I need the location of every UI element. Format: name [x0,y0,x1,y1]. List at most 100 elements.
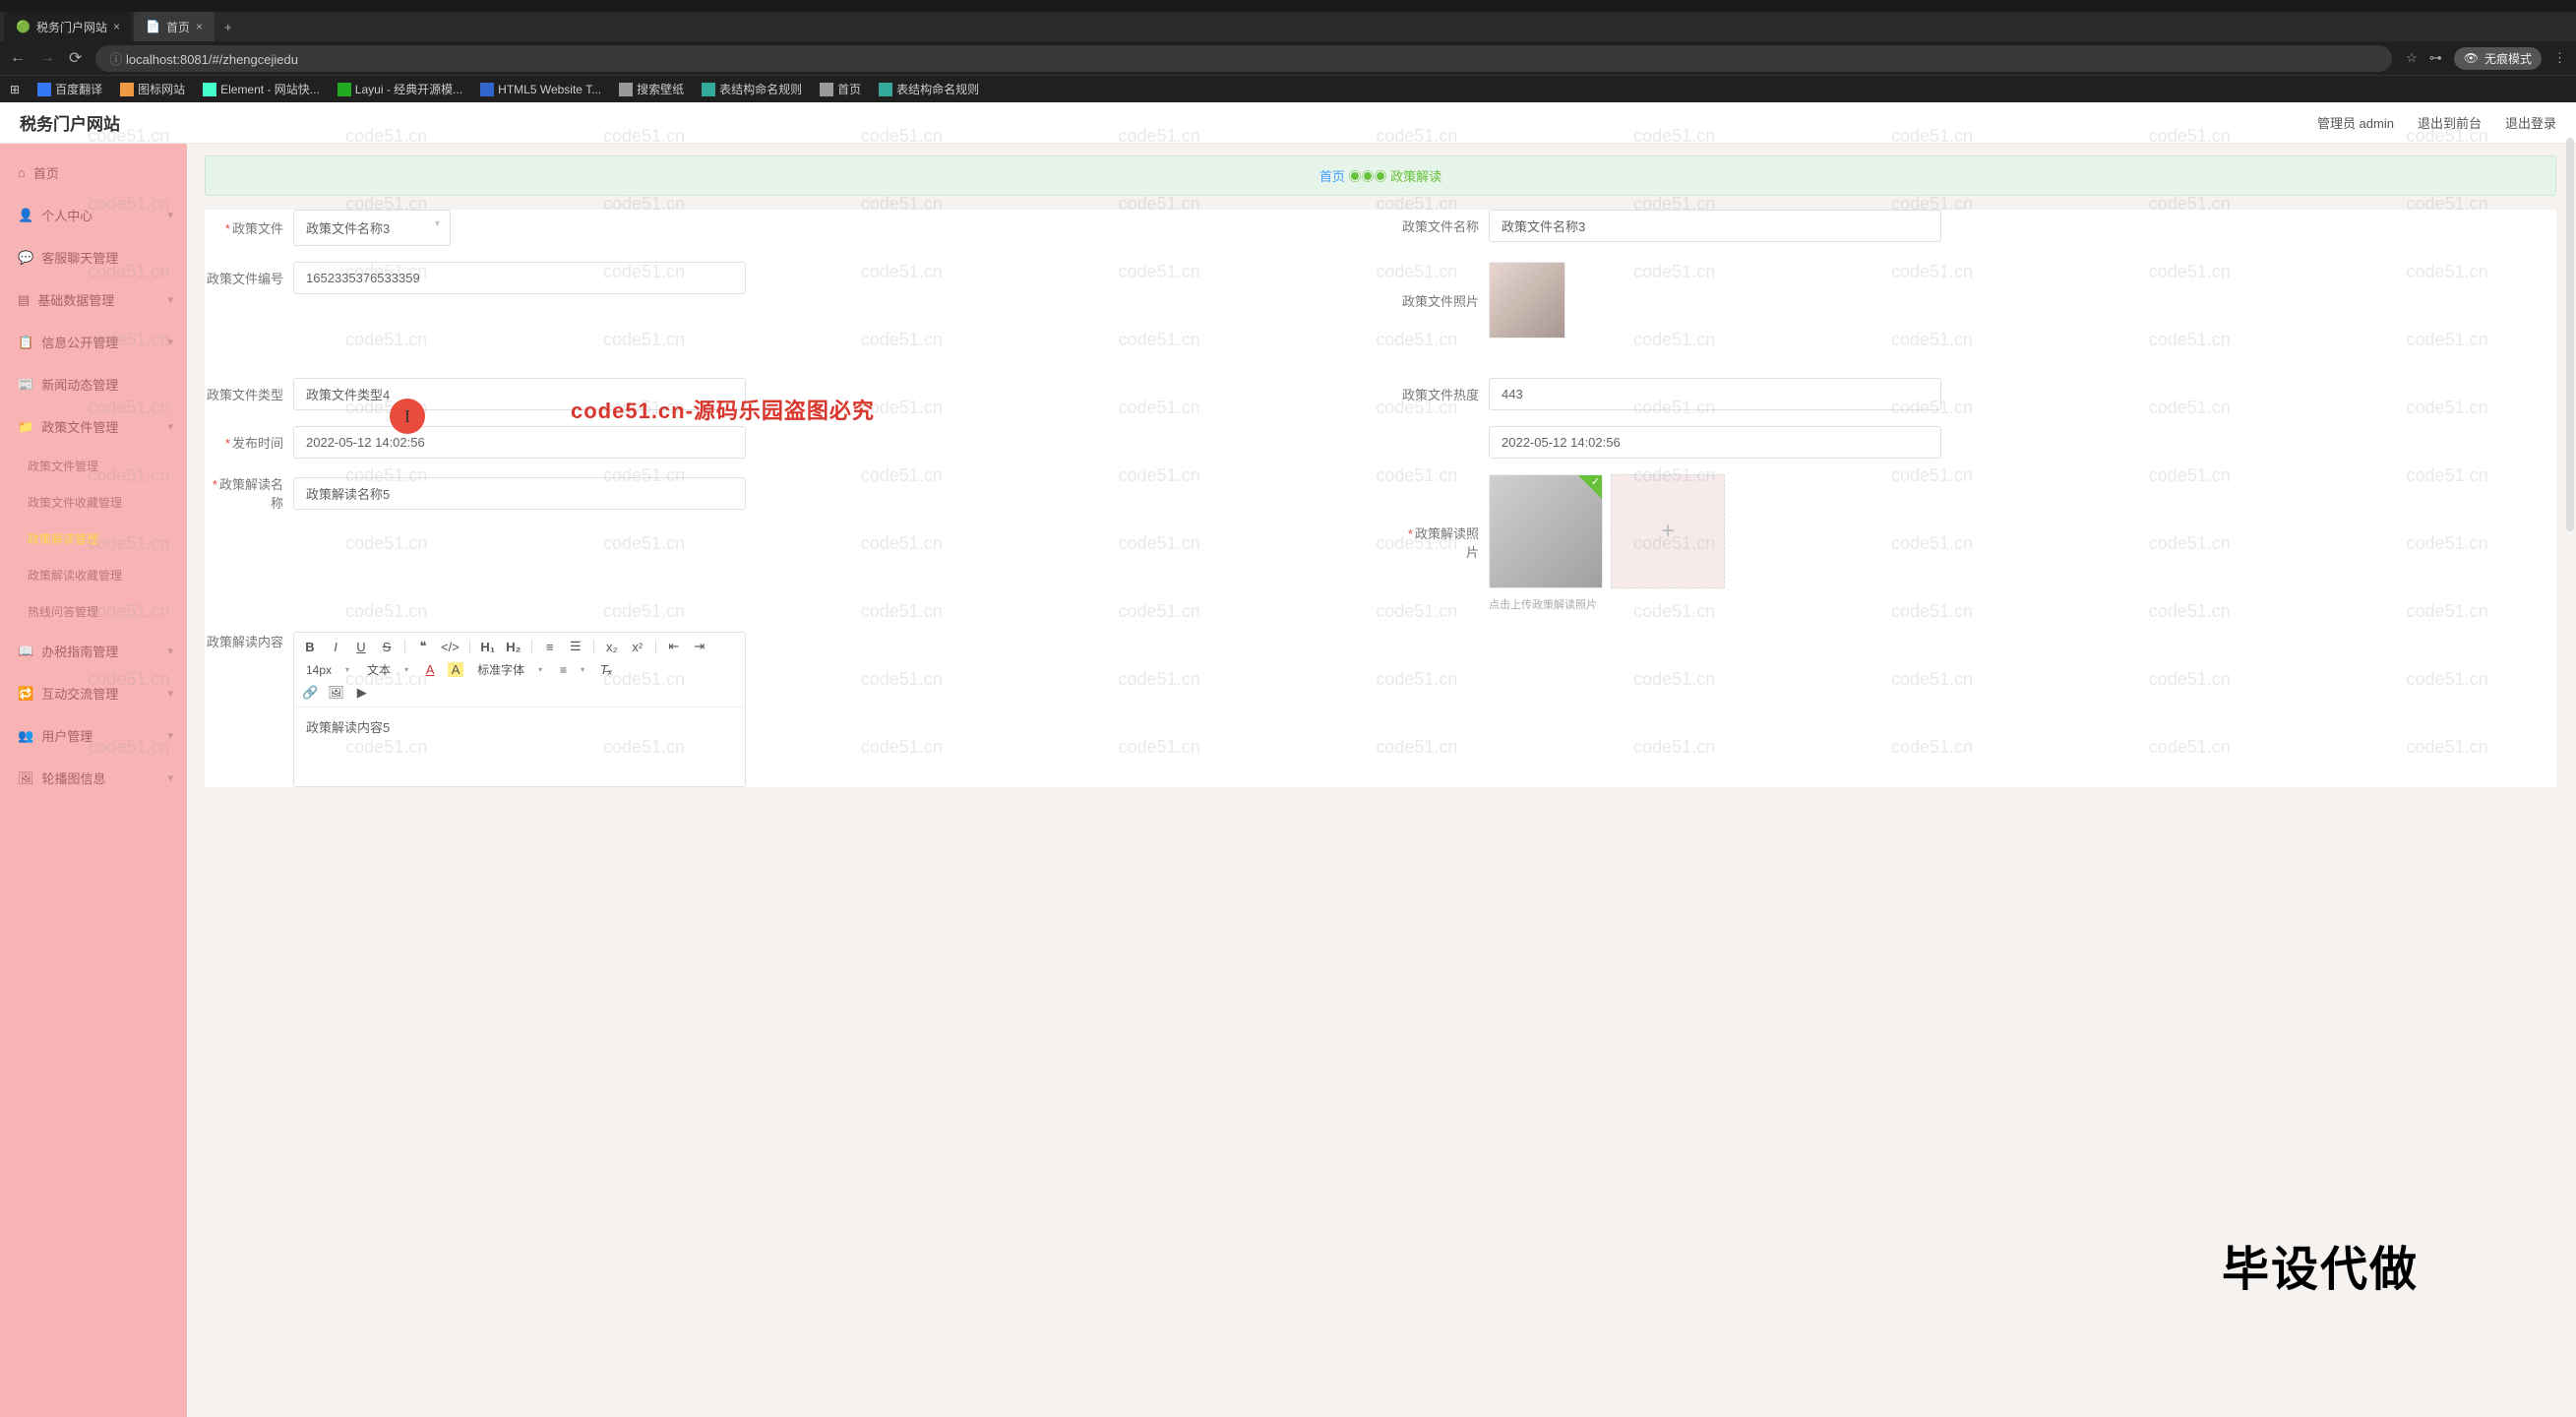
url-text: localhost:8081/#/zhengcejiedu [126,52,298,67]
separator [404,640,405,653]
h2-button[interactable]: H₂ [506,640,521,654]
forward-icon[interactable]: → [39,49,55,67]
ol-button[interactable]: ≡ [542,640,558,654]
outdent-button[interactable]: ⇥ [692,639,707,654]
bookmark-item[interactable]: 表结构命名规则 [702,81,802,97]
bookmark-item[interactable]: 表结构命名规则 [879,81,979,97]
logout-front-link[interactable]: 退出到前台 [2418,113,2482,132]
sub-button[interactable]: x₂ [604,640,620,654]
sidebar-sub-policyfav[interactable]: 政策文件收藏管理 [0,484,187,521]
apps-button[interactable]: ⊞ [10,83,20,96]
interact-icon: 🔁 [18,686,33,702]
policy-file-heat-label: 政策文件热度 [1400,385,1489,403]
quote-button[interactable]: ❝ [415,639,431,654]
align-select[interactable]: ≡ [556,662,588,678]
browser-tab-1[interactable]: 🟢 税务门户网站 × [4,12,132,41]
policy-file-photo[interactable] [1489,262,1565,339]
policy-file-heat-input[interactable] [1489,378,1941,410]
texttype-select[interactable]: 文本 [363,660,412,679]
form: *政策文件 政策文件名称3 政策文件名称 政策文件编号 政策文件照片 [205,210,2556,787]
sidebar-item-guide[interactable]: 📖办税指南管理 [0,630,187,672]
video-button[interactable]: ▶ [354,685,370,701]
bookmark-item[interactable]: 首页 [820,81,861,97]
close-icon[interactable]: × [113,20,120,33]
chat-icon: 💬 [18,250,33,266]
check-icon [1578,475,1602,499]
data-icon: ▤ [18,292,30,308]
h1-button[interactable]: H₁ [480,640,496,654]
sidebar-item-news[interactable]: 📰新闻动态管理 [0,363,187,405]
browser-tab-2[interactable]: 📄 首页 × [134,12,215,41]
sidebar-item-disclosure[interactable]: 📋信息公开管理 [0,321,187,363]
policy-file-select[interactable]: 政策文件名称3 [293,210,451,246]
fontsize-select[interactable]: 14px [302,662,353,678]
indent-button[interactable]: ⇤ [666,639,682,654]
sidebar-item-chat[interactable]: 💬客服聊天管理 [0,236,187,278]
underline-button[interactable]: U [353,640,369,654]
sidebar-sub-interpret[interactable]: 政策解读管理 [0,521,187,557]
publish-time-input[interactable] [293,426,746,459]
clear-button[interactable]: T̶ₓ [598,662,614,677]
separator [531,640,532,653]
star-icon[interactable]: ☆ [2406,50,2418,66]
address-bar: ← → ⟳ ⓘ localhost:8081/#/zhengcejiedu ☆ … [0,41,2576,75]
separator [655,640,656,653]
user-icon: 👤 [18,208,33,223]
image-button[interactable]: 🖼 [328,685,344,701]
italic-button[interactable]: I [328,640,343,654]
policy-file-code-input[interactable] [293,262,746,294]
editor-content[interactable]: 政策解读内容5 [294,708,745,786]
add-photo-button[interactable]: + [1611,474,1725,588]
users-icon: 👥 [18,728,33,744]
logout-link[interactable]: 退出登录 [2505,113,2556,132]
interpret-photo-preview[interactable] [1489,474,1603,588]
bookmark-item[interactable]: Element - 网站快... [203,81,320,97]
link-button[interactable]: 🔗 [302,685,318,701]
content-area: 首页 ◉◉◉ 政策解读 *政策文件 政策文件名称3 政策文件名称 政策文件编号 [187,144,2576,1417]
bold-button[interactable]: B [302,640,318,654]
sidebar-item-users[interactable]: 👥用户管理 [0,714,187,757]
sidebar-item-basedata[interactable]: ▤基础数据管理 [0,278,187,321]
sidebar-sub-interpretfav[interactable]: 政策解读收藏管理 [0,557,187,593]
reload-icon[interactable]: ⟳ [69,48,82,68]
back-icon[interactable]: ← [10,49,26,67]
sidebar-item-profile[interactable]: 👤个人中心 [0,194,187,236]
bookmark-item[interactable]: 搜索壁纸 [619,81,684,97]
key-icon[interactable]: ⊶ [2429,50,2442,66]
tab-title: 首页 [166,19,190,35]
publish-time-2-input[interactable] [1489,426,1941,459]
sidebar-item-interact[interactable]: 🔁互动交流管理 [0,672,187,714]
bookmark-item[interactable]: 图标网站 [120,81,185,97]
bookmark-item[interactable]: 百度翻译 [37,81,102,97]
bookmark-item[interactable]: Layui - 经典开源模... [337,81,462,97]
page-header: 税务门户网站 管理员 admin 退出到前台 退出登录 [0,102,2576,144]
sidebar-item-carousel[interactable]: 🖼轮播图信息 [0,757,187,799]
policy-file-name-input[interactable] [1489,210,1941,242]
textcolor-button[interactable]: A [422,662,438,677]
sidebar-sub-policyfile[interactable]: 政策文件管理 [0,448,187,484]
breadcrumb-home[interactable]: 首页 [1319,169,1345,184]
sidebar-item-home[interactable]: ⌂首页 [0,152,187,194]
sup-button[interactable]: x² [630,640,645,654]
tab-bar: 🟢 税务门户网站 × 📄 首页 × + [0,12,2576,41]
new-tab-button[interactable]: + [216,20,240,34]
url-input[interactable]: ⓘ localhost:8081/#/zhengcejiedu [95,45,2392,72]
scrollbar[interactable] [2566,138,2574,531]
sidebar-item-policy[interactable]: 📁政策文件管理 [0,405,187,448]
incognito-icon: 👁 [2464,51,2479,65]
window-top [0,0,2576,12]
fontfamily-select[interactable]: 标准字体 [473,660,546,679]
bookmark-item[interactable]: HTML5 Website T... [480,83,601,96]
bgcolor-button[interactable]: A [448,662,463,677]
news-icon: 📰 [18,377,33,393]
code-button[interactable]: </> [441,640,460,654]
interpret-name-input[interactable] [293,477,746,510]
menu-icon[interactable]: ⋮ [2553,50,2566,66]
ul-button[interactable]: ☰ [568,639,583,654]
policy-file-type-input[interactable] [293,378,746,410]
strike-button[interactable]: S [379,640,395,654]
breadcrumb: 首页 ◉◉◉ 政策解读 [205,155,2556,196]
sidebar-sub-hotline[interactable]: 热线问答管理 [0,593,187,630]
current-user[interactable]: 管理员 admin [2317,113,2394,132]
close-icon[interactable]: × [196,20,203,33]
